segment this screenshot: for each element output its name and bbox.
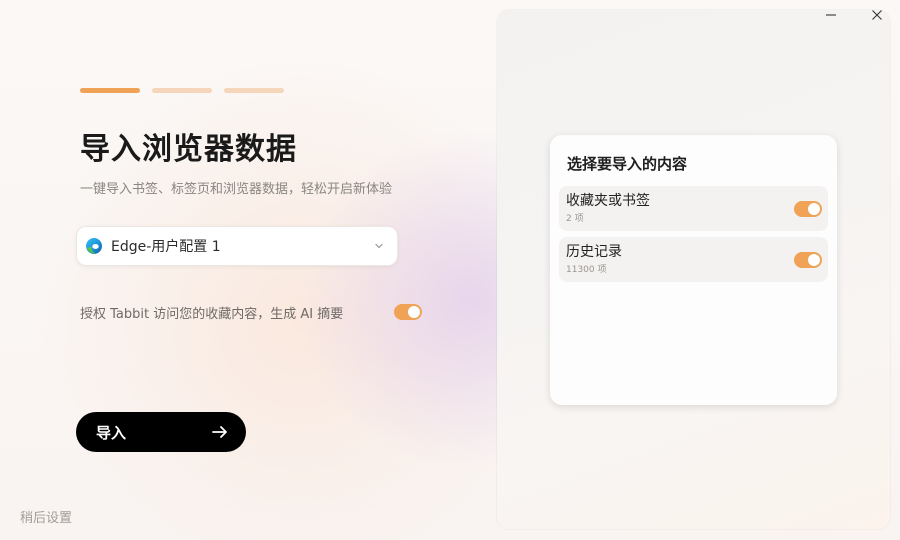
authorize-ai-summary-label: 授权 Tabbit 访问您的收藏内容，生成 AI 摘要 <box>80 306 344 322</box>
card-title: 选择要导入的内容 <box>567 155 688 173</box>
minimize-icon <box>826 14 836 16</box>
authorize-ai-summary-toggle[interactable] <box>394 304 422 320</box>
option-label: 收藏夹或书签 <box>566 192 650 209</box>
setup-later-link[interactable]: 稍后设置 <box>20 507 72 526</box>
close-button[interactable] <box>868 6 886 24</box>
option-row-bookmarks: 收藏夹或书签 2 项 <box>559 186 828 231</box>
authorize-ai-summary-row: 授权 Tabbit 访问您的收藏内容，生成 AI 摘要 <box>80 302 422 322</box>
step-1-indicator <box>80 88 140 93</box>
import-content-card: 选择要导入的内容 收藏夹或书签 2 项 历史记录 11300 项 <box>550 135 837 405</box>
close-icon <box>872 10 882 20</box>
history-toggle[interactable] <box>794 251 822 268</box>
step-progress <box>80 88 284 93</box>
page-subtitle: 一键导入书签、标签页和浏览器数据，轻松开启新体验 <box>80 182 393 197</box>
import-button-label: 导入 <box>96 423 127 442</box>
browser-profile-select[interactable]: Edge-用户配置 1 <box>76 226 398 266</box>
import-button[interactable]: 导入 <box>76 412 246 452</box>
page-title: 导入浏览器数据 <box>80 132 297 167</box>
option-count: 11300 项 <box>566 264 607 275</box>
step-2-indicator <box>152 88 212 93</box>
minimize-button[interactable] <box>822 6 840 24</box>
chevron-down-icon <box>375 243 383 249</box>
bookmarks-toggle[interactable] <box>794 200 822 217</box>
profile-select-value: Edge-用户配置 1 <box>111 239 221 255</box>
option-label: 历史记录 <box>566 243 622 260</box>
step-3-indicator <box>224 88 284 93</box>
arrow-right-icon <box>212 426 227 438</box>
option-count: 2 项 <box>566 213 584 224</box>
option-row-history: 历史记录 11300 项 <box>559 237 828 282</box>
edge-browser-icon <box>86 238 102 254</box>
